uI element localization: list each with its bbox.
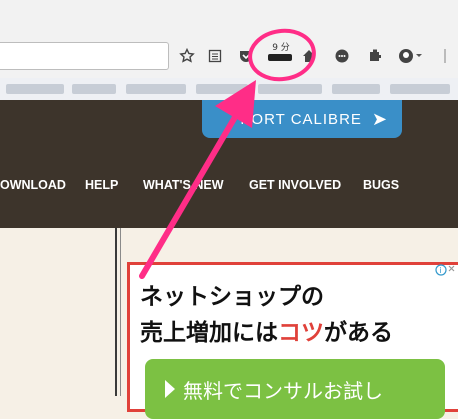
timer-label: 9 分 — [272, 43, 290, 53]
sidebar-divider-light — [120, 228, 121, 396]
star-icon[interactable] — [178, 47, 196, 65]
nav-help[interactable]: HELP — [85, 178, 118, 192]
chat-icon[interactable] — [333, 47, 351, 65]
bookmark-item[interactable] — [126, 84, 186, 94]
browser-tabbar — [0, 0, 458, 34]
bookmark-item[interactable] — [72, 84, 116, 94]
support-calibre-button[interactable]: PORT CALIBRE ➤ — [202, 100, 402, 138]
ad-headline-2-pre: 売上増加には — [140, 320, 278, 346]
arrow-right-icon: ➤ — [371, 108, 388, 129]
pocket-icon[interactable] — [237, 47, 255, 65]
nav-bugs[interactable]: BUGS — [363, 178, 399, 192]
ad-choices-icon[interactable]: i — [435, 263, 457, 277]
ad-banner[interactable]: ネットショップの 売上増加にはコツがある 無料でコンサルお試し — [127, 262, 458, 419]
ad-cta-label: 無料でコンサルお試し — [183, 378, 383, 403]
support-label: PORT CALIBRE — [240, 110, 362, 128]
bookmark-item[interactable] — [332, 84, 380, 94]
nav-whats-new[interactable]: WHAT'S NEW — [143, 178, 224, 192]
ad-headline-2-red: コツ — [278, 320, 324, 346]
ad-headline-2: 売上増加にはコツがある — [140, 313, 393, 347]
nav-download[interactable]: OWNLOAD — [0, 178, 66, 192]
url-bar[interactable] — [0, 42, 169, 70]
home-icon[interactable] — [300, 47, 318, 65]
ad-choices-label: i — [440, 266, 442, 275]
bookmark-item[interactable] — [258, 84, 322, 94]
sidebar-divider — [115, 228, 117, 396]
extension-icon[interactable] — [366, 47, 384, 65]
profile-icon[interactable] — [397, 47, 425, 65]
bookmark-item[interactable] — [390, 84, 450, 94]
play-arrow-icon — [165, 380, 175, 398]
timer-extension-icon[interactable]: 9 分 — [266, 40, 296, 66]
bookmarks-bar — [0, 78, 458, 100]
browser-toolbar — [0, 34, 458, 79]
reading-list-icon[interactable] — [206, 47, 224, 65]
ad-cta-button[interactable]: 無料でコンサルお試し — [145, 359, 445, 419]
nav-get-involved[interactable]: GET INVOLVED — [249, 178, 341, 192]
ad-headline-2-post: がある — [324, 320, 393, 346]
bookmark-item[interactable] — [6, 84, 64, 94]
menu-icon[interactable] — [440, 47, 450, 65]
bookmark-item[interactable] — [196, 84, 248, 94]
ad-headline-1: ネットショップの — [140, 284, 324, 310]
timer-bar — [268, 54, 292, 61]
